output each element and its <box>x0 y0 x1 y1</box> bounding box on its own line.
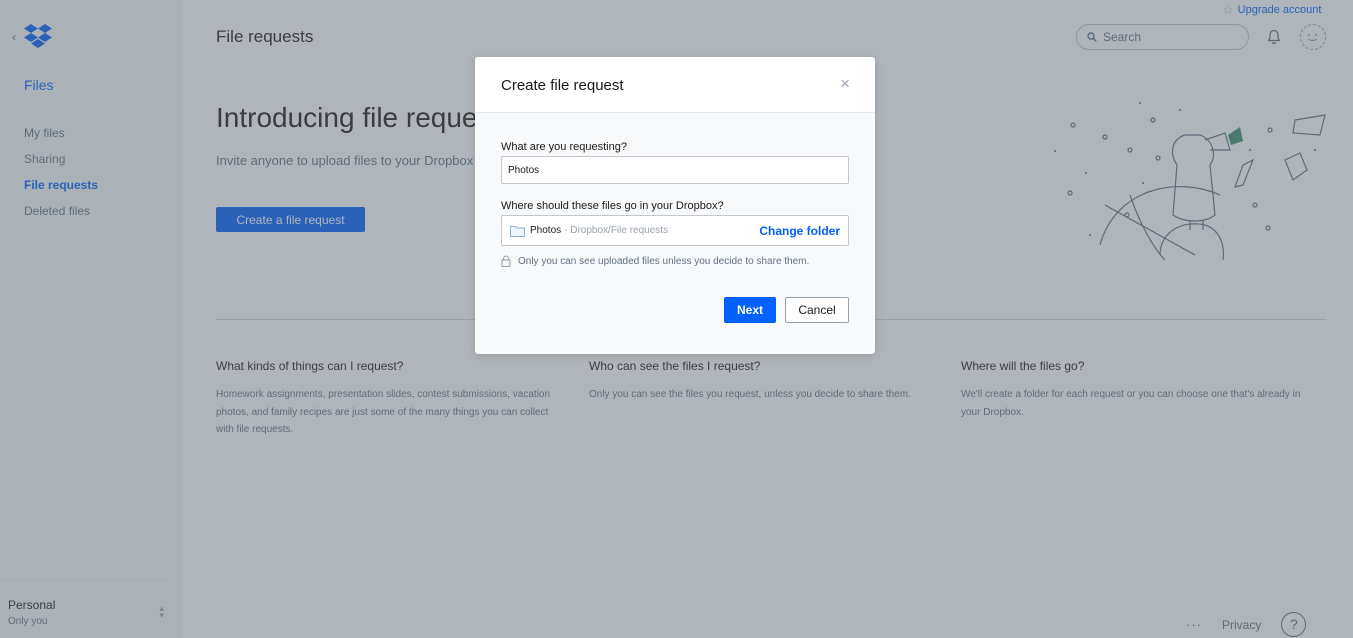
close-icon[interactable]: × <box>840 74 850 94</box>
dialog-title: Create file request <box>501 77 624 94</box>
privacy-note-text: Only you can see uploaded files unless y… <box>518 255 810 267</box>
dialog-header: Create file request × <box>475 57 875 113</box>
cancel-button[interactable]: Cancel <box>785 297 849 323</box>
folder-name: Photos <box>530 225 562 236</box>
next-button[interactable]: Next <box>724 297 776 323</box>
create-file-request-dialog: Create file request × What are you reque… <box>475 57 875 354</box>
change-folder-link[interactable]: Change folder <box>759 224 840 238</box>
privacy-note: Only you can see uploaded files unless y… <box>501 255 849 267</box>
dialog-body: What are you requesting? Where should th… <box>475 113 875 267</box>
dialog-actions: Next Cancel <box>724 297 849 323</box>
request-label: What are you requesting? <box>501 141 627 153</box>
folder-path: - Dropbox/File requests <box>564 225 669 236</box>
lock-icon <box>501 255 511 267</box>
destination-folder-field[interactable]: Photos - Dropbox/File requests Change fo… <box>501 215 849 246</box>
folder-icon <box>510 225 525 237</box>
request-title-input[interactable] <box>501 156 849 184</box>
destination-label: Where should these files go in your Drop… <box>501 200 724 212</box>
